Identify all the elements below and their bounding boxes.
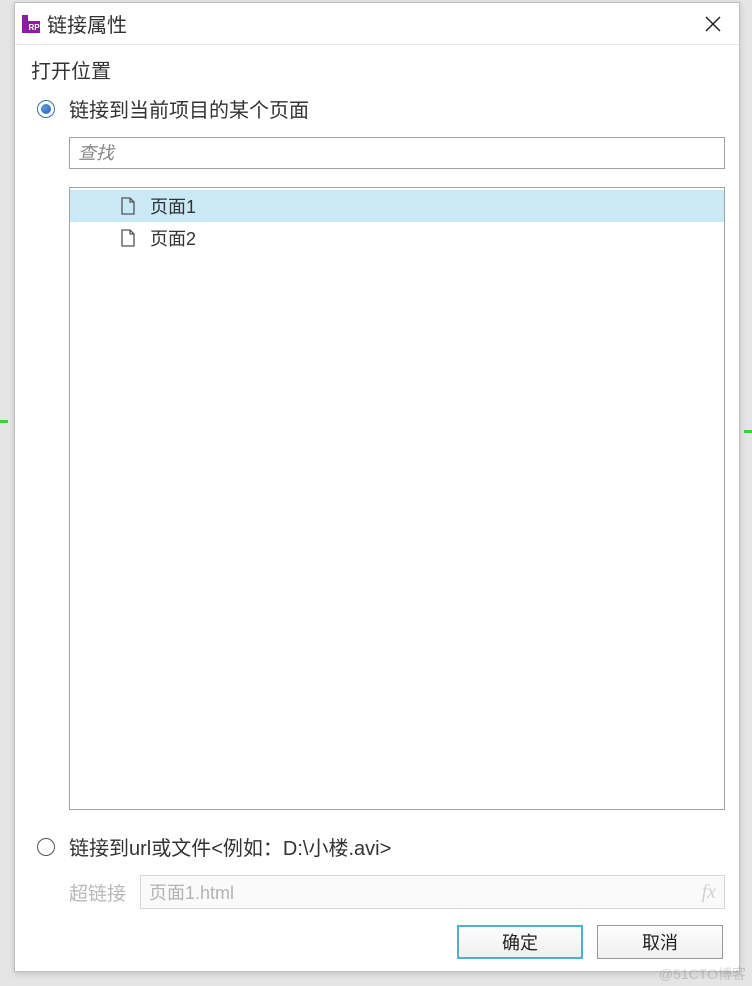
page-list-item[interactable]: 页面2 [70,222,724,254]
fx-icon[interactable]: fx [700,881,718,904]
hyperlink-label: 超链接 [69,879,126,906]
page-link-section: 页面1页面2 [69,137,725,810]
page-item-label: 页面2 [150,225,196,251]
open-location-label: 打开位置 [31,55,725,84]
svg-text:RP: RP [28,23,40,32]
page-icon [118,228,138,248]
link-properties-dialog: RP 链接属性 打开位置 链接到当前项目的某个页面 页面1页面2 链接到url或… [14,2,740,972]
page-list[interactable]: 页面1页面2 [69,187,725,810]
radio-link-url-input[interactable] [37,838,55,856]
app-icon: RP [21,14,41,34]
page-item-label: 页面1 [150,193,196,219]
hyperlink-input [149,882,700,903]
radio-link-page-label: 链接到当前项目的某个页面 [69,94,309,123]
background-mark-right [744,430,752,433]
page-icon [118,196,138,216]
hyperlink-row: 超链接 fx [69,875,725,909]
page-list-item[interactable]: 页面1 [70,190,724,222]
close-icon [704,15,722,33]
titlebar: RP 链接属性 [15,3,739,45]
radio-link-page-input[interactable] [37,100,55,118]
button-row: 确定 取消 [29,925,725,959]
close-button[interactable] [695,6,731,42]
ok-button[interactable]: 确定 [457,925,583,959]
hyperlink-input-wrap: fx [140,875,725,909]
search-input[interactable] [69,137,725,169]
dialog-content: 打开位置 链接到当前项目的某个页面 页面1页面2 链接到url或文件<例如：D:… [15,45,739,971]
background-mark-left [0,420,8,423]
radio-link-url-label: 链接到url或文件<例如：D:\小楼.avi> [69,832,391,861]
dialog-title: 链接属性 [47,9,695,38]
radio-option-link-url[interactable]: 链接到url或文件<例如：D:\小楼.avi> [37,832,725,861]
radio-option-link-page[interactable]: 链接到当前项目的某个页面 [37,94,725,123]
cancel-button[interactable]: 取消 [597,925,723,959]
watermark: @51CTO博客 [659,964,746,984]
